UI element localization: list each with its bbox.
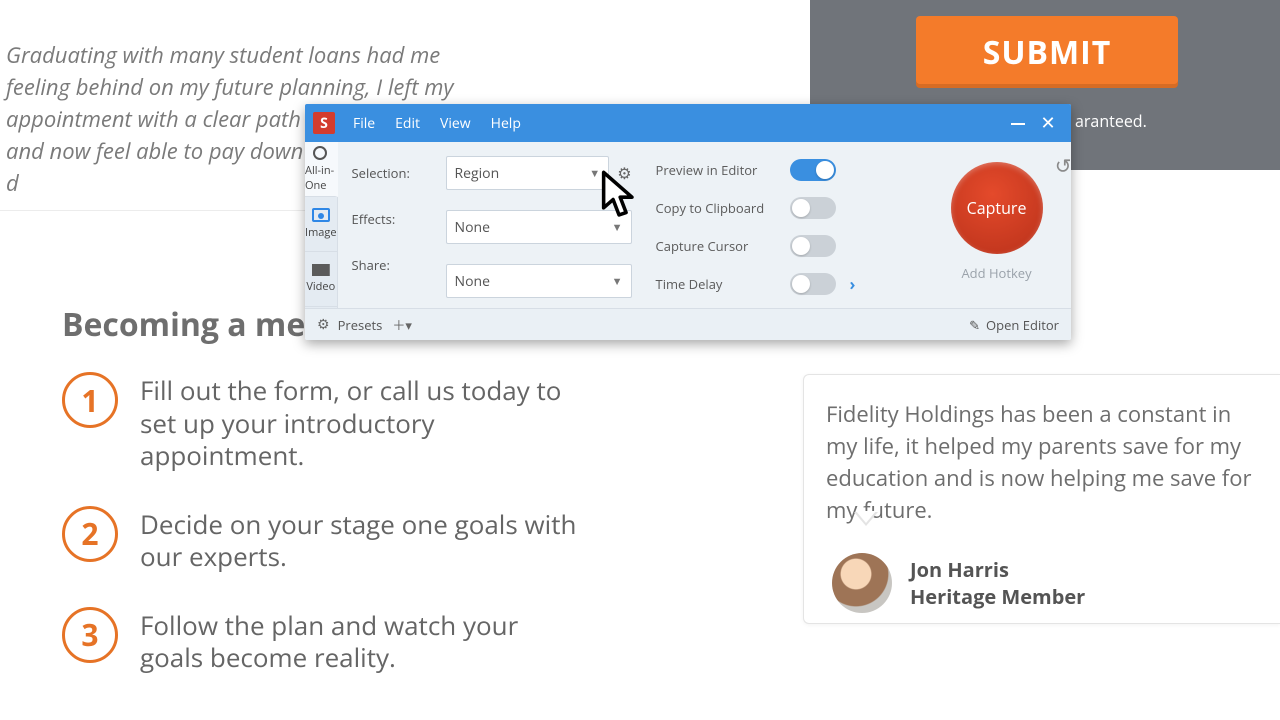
undo-icon[interactable]: ↺	[1055, 152, 1071, 179]
toggles-column: Preview in Editor Copy to Clipboard Capt…	[656, 156, 902, 300]
menu-help[interactable]: Help	[491, 114, 521, 133]
label-share: Share:	[352, 256, 422, 274]
testimonial-card: Fidelity Holdings has been a constant in…	[803, 374, 1280, 624]
titlebar[interactable]: S File Edit View Help ✕	[305, 104, 1071, 142]
gear-icon[interactable]: ⚙	[317, 315, 330, 334]
window-close-icon[interactable]: ✕	[1033, 111, 1063, 135]
option-labels: Selection: Effects: Share:	[352, 156, 422, 300]
open-editor-label: Open Editor	[986, 316, 1059, 334]
toggle-preview-label: Preview in Editor	[656, 161, 776, 179]
toggle-preview-switch[interactable]	[790, 159, 836, 181]
capture-column: ↺ Capture Add Hotkey	[926, 156, 1068, 300]
mode-image[interactable]: Image	[305, 197, 337, 252]
mode-image-label: Image	[305, 225, 337, 240]
toggle-preview-row: Preview in Editor	[656, 156, 902, 184]
toggle-delay-switch[interactable]	[790, 273, 836, 295]
mode-video[interactable]: Video	[305, 252, 337, 307]
add-hotkey-link[interactable]: Add Hotkey	[961, 264, 1031, 282]
snagit-logo-icon: S	[313, 112, 335, 134]
step-item-3: 3 Follow the plan and watch your goals b…	[62, 607, 582, 674]
mode-tabs: All-in-One Image Video	[305, 142, 338, 308]
video-icon	[312, 264, 330, 276]
mode-all-label: All-in-One	[305, 163, 335, 193]
selection-row: Region ▼ ⚙	[446, 156, 632, 190]
share-dropdown[interactable]: None ▼	[446, 264, 632, 298]
guarantee-fragment: aranteed.	[1075, 110, 1147, 132]
capture-button[interactable]: Capture	[951, 162, 1043, 254]
window-minimize-icon[interactable]	[1003, 111, 1033, 135]
toggle-delay-label: Time Delay	[656, 275, 776, 293]
submit-button[interactable]: SUBMIT	[916, 16, 1178, 88]
chevron-down-icon: ▼	[612, 220, 623, 235]
mode-video-label: Video	[306, 279, 335, 294]
snagit-window: S File Edit View Help ✕ All-in-One Image…	[305, 104, 1071, 340]
step-badge-3: 3	[62, 607, 118, 663]
chevron-right-icon[interactable]: ›	[850, 273, 856, 295]
snagit-footer: ⚙ Presets ＋▾ ✎ Open Editor	[305, 308, 1071, 340]
menu-file[interactable]: File	[353, 114, 375, 133]
open-editor-button[interactable]: ✎ Open Editor	[969, 316, 1059, 334]
toggle-clipboard-label: Copy to Clipboard	[656, 199, 776, 217]
effects-value: None	[455, 218, 490, 237]
author-role: Heritage Member	[910, 583, 1085, 610]
step-badge-2: 2	[62, 506, 118, 562]
target-icon	[313, 146, 327, 160]
avatar	[832, 553, 892, 613]
gear-icon[interactable]: ⚙	[617, 162, 631, 184]
becoming-heading: Becoming a mem	[62, 303, 337, 346]
toggle-delay-row: Time Delay ›	[656, 270, 902, 298]
selection-value: Region	[455, 164, 500, 183]
image-icon	[312, 208, 330, 222]
speech-tail-icon	[854, 512, 878, 526]
menu-view[interactable]: View	[440, 114, 471, 133]
chevron-down-icon: ▼	[589, 166, 600, 181]
snagit-body: All-in-One Image Video Selection: Effect…	[305, 142, 1071, 308]
step-text-2: Decide on your stage one goals with our …	[140, 506, 582, 573]
effects-dropdown[interactable]: None ▼	[446, 210, 632, 244]
step-item-1: 1 Fill out the form, or call us today to…	[62, 372, 582, 472]
toggle-cursor-row: Capture Cursor	[656, 232, 902, 260]
label-effects: Effects:	[352, 210, 422, 228]
testimonial-author: Jon Harris Heritage Member	[832, 553, 1085, 613]
step-badge-1: 1	[62, 372, 118, 428]
presets-button[interactable]: Presets	[338, 316, 383, 334]
chevron-down-icon: ▼	[612, 274, 623, 289]
label-selection: Selection:	[352, 164, 422, 182]
steps-list: 1 Fill out the form, or call us today to…	[62, 372, 582, 708]
selection-dropdown[interactable]: Region ▼	[446, 156, 610, 190]
mode-all-in-one[interactable]: All-in-One	[305, 142, 338, 197]
plus-dropdown-icon[interactable]: ＋▾	[392, 315, 412, 334]
step-text-3: Follow the plan and watch your goals bec…	[140, 607, 582, 674]
options-area: Selection: Effects: Share: Region ▼ ⚙ No…	[338, 142, 1071, 308]
edit-icon: ✎	[969, 316, 980, 334]
option-selects: Region ▼ ⚙ None ▼ None ▼	[446, 156, 632, 300]
toggle-cursor-label: Capture Cursor	[656, 237, 776, 255]
toggle-cursor-switch[interactable]	[790, 235, 836, 257]
author-name: Jon Harris	[910, 556, 1085, 583]
step-text-1: Fill out the form, or call us today to s…	[140, 372, 582, 472]
step-item-2: 2 Decide on your stage one goals with ou…	[62, 506, 582, 573]
toggle-clipboard-row: Copy to Clipboard	[656, 194, 902, 222]
toggle-clipboard-switch[interactable]	[790, 197, 836, 219]
menu-edit[interactable]: Edit	[395, 114, 420, 133]
share-value: None	[455, 272, 490, 291]
